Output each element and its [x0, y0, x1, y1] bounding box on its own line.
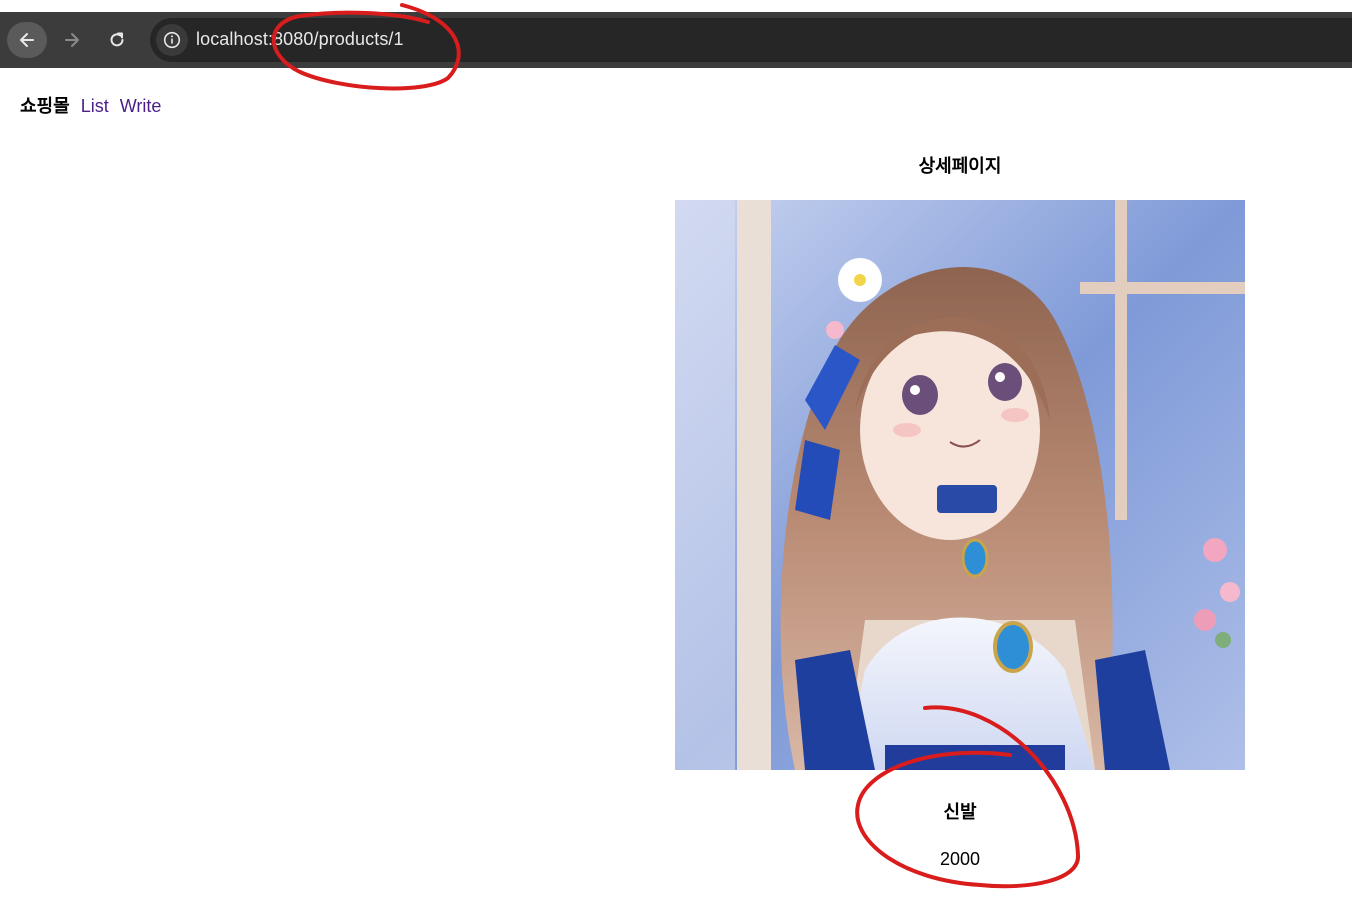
window-top-strip: [0, 0, 1352, 12]
product-name: 신발: [943, 802, 977, 822]
site-nav: 쇼핑몰 List Write: [20, 92, 161, 118]
product-price: 2000: [939, 849, 981, 869]
nav-link-write[interactable]: Write: [120, 96, 162, 117]
reload-button[interactable]: [97, 22, 137, 58]
back-arrow-icon: [20, 33, 34, 47]
page-title: 상세페이지: [918, 156, 1002, 176]
site-info-button[interactable]: [156, 24, 188, 56]
url-host: localhost:: [196, 29, 274, 49]
product-illustration: [675, 200, 1245, 770]
browser-toolbar: localhost:8080/products/1: [0, 12, 1352, 68]
product-image: [675, 200, 1245, 770]
info-icon: [163, 31, 181, 49]
brand-logo-text[interactable]: 쇼핑몰: [20, 92, 70, 118]
nav-link-list[interactable]: List: [81, 96, 109, 117]
address-bar[interactable]: localhost:8080/products/1: [150, 18, 1352, 62]
reload-icon: [110, 32, 124, 47]
url-text[interactable]: localhost:8080/products/1: [196, 29, 404, 50]
forward-arrow-icon: [65, 33, 79, 47]
forward-button[interactable]: [52, 22, 92, 58]
url-path: 8080/products/1: [273, 29, 404, 49]
back-button[interactable]: [7, 22, 47, 58]
